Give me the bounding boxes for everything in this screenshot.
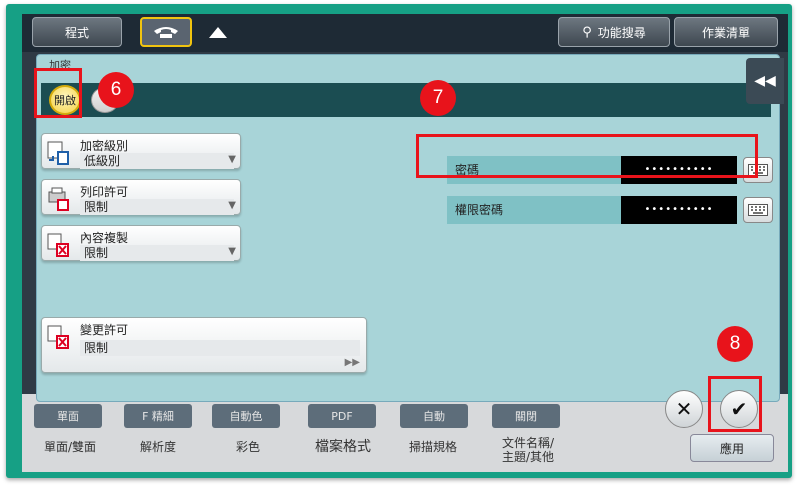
keyboard-icon[interactable]: [743, 197, 773, 223]
change-permission-button[interactable]: 變更許可 限制 ▶▶: [41, 317, 367, 373]
chevron-down-icon: ▼: [228, 200, 236, 211]
search-icon: ⚲: [582, 24, 592, 40]
scan-size-label: 掃描規格: [408, 440, 457, 454]
chevron-down-icon: ▼: [228, 154, 236, 165]
chevron-down-icon: ▼: [228, 246, 236, 257]
print-permission-title: 列印許可: [80, 185, 129, 199]
fax-icon[interactable]: [198, 17, 238, 47]
highlight-box-password: [416, 134, 758, 178]
dialog-header-bar: 開啟: [41, 83, 771, 117]
double-chevron-right-icon: ▶▶: [344, 357, 360, 368]
encryption-level-value: 低級別: [80, 153, 234, 169]
printer-icon: [48, 187, 69, 211]
permission-password-label: 權限密碼: [447, 196, 621, 224]
step-badge-6: 6: [98, 72, 134, 108]
resolution-label: 解析度: [139, 440, 176, 454]
print-permission-button[interactable]: 列印許可 限制 ▼: [41, 179, 241, 215]
step-badge-8: 8: [717, 326, 753, 362]
encryption-dialog: 加密 開啟 加密級別 低級別 ▼ 列印許可 限制 ▼ 內容複製 限制 ▼ 變更許…: [36, 54, 780, 402]
apply-button[interactable]: 應用: [690, 434, 774, 462]
collapse-panel-icon[interactable]: ◀◀: [746, 58, 784, 104]
highlight-box-open: [34, 68, 82, 118]
document-name-tab[interactable]: 關閉: [492, 404, 560, 428]
file-format-tab[interactable]: PDF: [308, 404, 376, 428]
resolution-tab[interactable]: F 精細: [124, 404, 192, 428]
program-button[interactable]: 程式: [32, 17, 122, 47]
step-badge-7: 7: [420, 80, 456, 116]
duplex-tab[interactable]: 單面: [34, 404, 102, 428]
highlight-box-ok: [708, 376, 762, 432]
edit-document-icon: [47, 325, 69, 349]
function-search-label: 功能搜尋: [597, 25, 646, 40]
color-label: 彩色: [235, 440, 260, 454]
duplex-label: 單面/雙面: [43, 440, 97, 454]
content-copy-value: 限制: [80, 245, 234, 261]
color-tab[interactable]: 自動色: [212, 404, 280, 428]
print-permission-value: 限制: [80, 199, 234, 215]
file-format-label: 檔案格式: [315, 439, 371, 455]
cancel-x-icon[interactable]: ✕: [665, 390, 703, 428]
encryption-level-title: 加密級別: [80, 139, 129, 153]
phone-icon[interactable]: [140, 17, 192, 47]
change-permission-title: 變更許可: [80, 323, 129, 337]
job-list-button[interactable]: 作業清單: [674, 17, 778, 47]
scan-size-tab[interactable]: 自動: [400, 404, 468, 428]
copy-document-icon: [47, 233, 69, 257]
document-name-label: 文件名稱/ 主題/其他: [501, 436, 555, 464]
device-screen: 程式 ⚲ 功能搜尋 作業清單 單面 F 精細 自動色 PDF 自動 關閉 單面/…: [22, 14, 788, 472]
document-lock-icon: [47, 141, 69, 165]
function-search-button[interactable]: ⚲ 功能搜尋: [558, 17, 670, 47]
top-bar: 程式 ⚲ 功能搜尋 作業清單: [22, 14, 788, 52]
permission-password-field[interactable]: ••••••••••: [621, 196, 737, 224]
content-copy-title: 內容複製: [80, 231, 129, 245]
content-copy-button[interactable]: 內容複製 限制 ▼: [41, 225, 241, 261]
change-permission-value: 限制: [80, 340, 360, 356]
encryption-level-button[interactable]: 加密級別 低級別 ▼: [41, 133, 241, 169]
